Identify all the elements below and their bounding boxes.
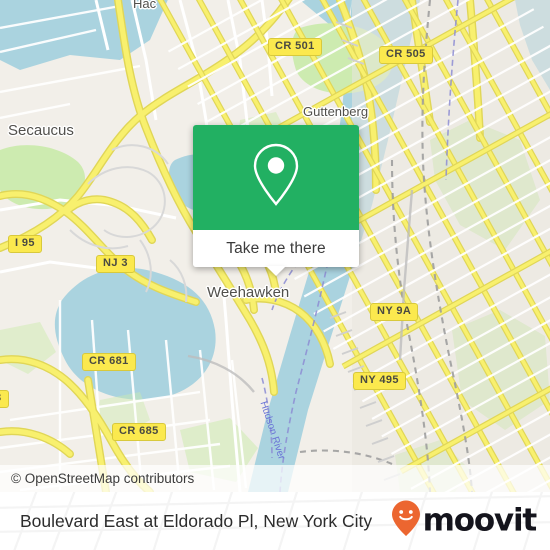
route-shield-nj-3[interactable]: NJ 3	[96, 255, 135, 273]
location-callout-card[interactable]: Take me there	[193, 125, 359, 276]
route-shield-ny-495[interactable]: NY 495	[353, 372, 406, 390]
moovit-logo[interactable]: moovit	[391, 500, 538, 543]
location-pin-icon	[249, 142, 303, 213]
location-title: Boulevard East at Eldorado Pl, New York …	[20, 510, 373, 531]
moovit-pin-icon	[391, 500, 421, 543]
attribution-text[interactable]: © OpenStreetMap contributors	[11, 471, 194, 486]
take-me-there-label: Take me there	[226, 239, 326, 257]
route-shield-cr-505[interactable]: CR 505	[379, 46, 433, 64]
route-shield-ny-9a[interactable]: NY 9A	[370, 303, 419, 321]
callout-pointer-tail	[266, 266, 286, 276]
map-screenshot: Secaucus Guttenberg Weehawken Hac Hudson…	[0, 0, 550, 550]
footer-bar: Boulevard East at Eldorado Pl, New York …	[0, 492, 550, 550]
take-me-there-button[interactable]: Take me there	[193, 230, 359, 276]
map-canvas[interactable]: Secaucus Guttenberg Weehawken Hac Hudson…	[0, 0, 550, 492]
route-shield-cr-685[interactable]: CR 685	[112, 423, 166, 441]
moovit-wordmark: moovit	[422, 502, 538, 539]
route-shield-nj-3-edge[interactable]: 3	[0, 390, 9, 408]
route-shield-cr-501[interactable]: CR 501	[268, 38, 322, 56]
route-shield-i-95[interactable]: I 95	[8, 235, 42, 253]
route-shield-cr-681[interactable]: CR 681	[82, 353, 136, 371]
map-attribution-bar: © OpenStreetMap contributors	[0, 465, 550, 492]
callout-icon-panel	[193, 125, 359, 230]
